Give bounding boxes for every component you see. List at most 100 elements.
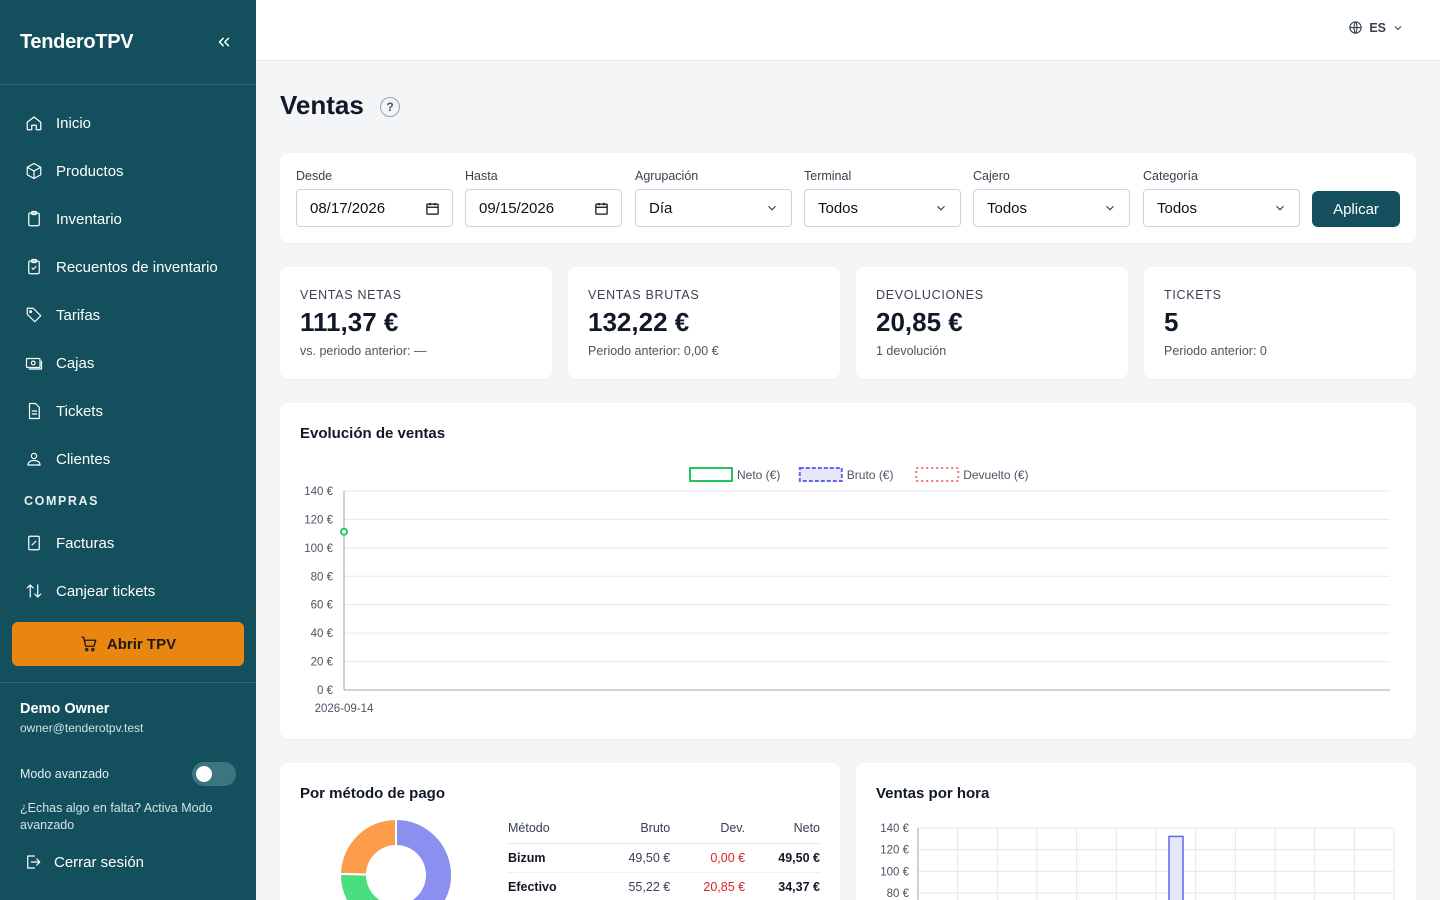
y-tick-label: 140 € bbox=[304, 486, 333, 498]
sales-evolution-chart: Neto (€) Bruto (€) Devuelto (€) 0 € 20 € 40 €… bbox=[304, 467, 1390, 715]
cell-gross: 49,50 € bbox=[595, 843, 671, 873]
users-icon bbox=[24, 449, 44, 469]
kpi-value: 5 bbox=[1164, 307, 1179, 337]
advanced-mode-toggle[interactable] bbox=[192, 762, 236, 786]
sidebar-item-productos[interactable]: Productos bbox=[0, 147, 256, 195]
donut-slice-efectivo bbox=[339, 872, 384, 900]
table-header-row: Método Bruto Dev. Neto bbox=[508, 813, 820, 844]
date-to-input[interactable]: 09/15/2026 bbox=[465, 189, 622, 227]
document-icon bbox=[24, 401, 44, 421]
legend-label: Bruto (€) bbox=[847, 468, 894, 482]
clipboard-icon bbox=[24, 209, 44, 229]
chevron-down-icon bbox=[937, 205, 945, 211]
kpi-value: 111,37 € bbox=[300, 307, 399, 337]
sidebar-item-label: Cajas bbox=[56, 354, 95, 372]
sidebar-item-label: Facturas bbox=[56, 534, 115, 552]
kpi-sub: Periodo anterior: 0,00 € bbox=[588, 344, 719, 358]
invoice-icon bbox=[24, 533, 44, 553]
legend-swatch bbox=[798, 467, 843, 482]
help-button[interactable]: ? bbox=[380, 97, 400, 117]
language-label: ES bbox=[1369, 20, 1386, 35]
home-icon bbox=[24, 113, 44, 133]
grouping-select[interactable]: Día bbox=[635, 189, 792, 227]
sidebar-item-tickets[interactable]: Tickets bbox=[0, 387, 256, 435]
filter-terminal-label: Terminal bbox=[804, 169, 852, 183]
terminal-select[interactable]: Todos bbox=[804, 189, 961, 227]
sidebar-item-canjear[interactable]: Canjear tickets bbox=[0, 567, 256, 615]
apply-button[interactable]: Aplicar bbox=[1312, 191, 1400, 227]
double-chevron-left-icon bbox=[218, 37, 230, 47]
cell-method: Efectivo bbox=[508, 872, 596, 900]
tag-icon bbox=[24, 305, 44, 325]
sidebar-item-label: Recuentos de inventario bbox=[56, 258, 218, 276]
calendar-icon bbox=[426, 202, 439, 215]
calendar-icon bbox=[595, 202, 608, 215]
cart-icon bbox=[80, 635, 98, 653]
nav-section-compras: COMPRAS bbox=[24, 494, 100, 508]
legend-label: Neto (€) bbox=[737, 468, 780, 482]
kpi-label: VENTAS NETAS bbox=[300, 288, 402, 302]
logout-icon bbox=[24, 853, 42, 871]
filter-to: Hasta 09/15/2026 bbox=[465, 169, 622, 227]
user-name: Demo Owner bbox=[20, 701, 110, 717]
swap-icon bbox=[24, 581, 44, 601]
collapse-sidebar-button[interactable] bbox=[212, 30, 236, 54]
open-tpv-label: Abrir TPV bbox=[106, 635, 177, 653]
topbar: ES bbox=[256, 0, 1440, 61]
advanced-mode-hint: ¿Echas algo en falta? Activa Modo avanza… bbox=[20, 801, 213, 832]
y-tick-label: 80 € bbox=[887, 888, 910, 900]
donut-slice-bizum bbox=[395, 817, 453, 900]
user-email: owner@tenderotpv.test bbox=[20, 721, 144, 735]
chevron-down-icon bbox=[1276, 205, 1284, 211]
kpi-value: 132,22 € bbox=[588, 307, 690, 337]
sidebar-item-tarifas[interactable]: Tarifas bbox=[0, 291, 256, 339]
sidebar-item-facturas[interactable]: Facturas bbox=[0, 519, 256, 567]
filter-category-label: Categoría bbox=[1143, 169, 1198, 183]
sidebar-item-clientes[interactable]: Clientes bbox=[0, 435, 256, 483]
kpi-net-sales: VENTAS NETAS 111,37 € vs. periodo anteri… bbox=[280, 267, 552, 379]
kpi-returns: DEVOLUCIONES 20,85 € 1 devolución bbox=[856, 267, 1128, 379]
filter-from-label: Desde bbox=[296, 169, 333, 183]
box-icon bbox=[24, 161, 44, 181]
sidebar-item-cajas[interactable]: Cajas bbox=[0, 339, 256, 387]
open-tpv-button[interactable]: Abrir TPV bbox=[12, 622, 244, 666]
y-tick-label: 40 € bbox=[311, 628, 334, 640]
cashier-value: Todos bbox=[987, 199, 1028, 217]
filter-grouping-label: Agrupación bbox=[635, 169, 699, 183]
payment-table: Método Bruto Dev. Neto Bizum 49,50 € 0,0… bbox=[508, 813, 820, 900]
col-dev: Dev. bbox=[670, 813, 746, 844]
filter-to-label: Hasta bbox=[465, 169, 498, 183]
cell-net: 34,37 € bbox=[745, 872, 820, 900]
kpi-sub: vs. periodo anterior: — bbox=[300, 344, 427, 358]
category-value: Todos bbox=[1157, 199, 1198, 217]
chevron-down-icon bbox=[768, 205, 776, 211]
language-selector[interactable]: ES bbox=[1348, 20, 1404, 35]
date-from-input[interactable]: 08/17/2026 bbox=[296, 189, 453, 227]
sidebar-item-inicio[interactable]: Inicio bbox=[0, 99, 256, 147]
col-metodo: Método bbox=[508, 813, 596, 844]
legend-label: Devuelto (€) bbox=[963, 468, 1028, 482]
logout-button[interactable]: Cerrar sesión bbox=[24, 853, 144, 871]
cashier-select[interactable]: Todos bbox=[973, 189, 1130, 227]
sidebar-nav: Inicio Productos Inventario Recuentos de… bbox=[0, 85, 256, 615]
cell-net: 49,50 € bbox=[745, 843, 820, 873]
y-tick-label: 120 € bbox=[304, 514, 333, 526]
sidebar-item-label: Productos bbox=[56, 162, 124, 180]
sales-by-hour-card: Ventas por hora 140 €120 €100 €80 € bbox=[856, 763, 1416, 900]
category-select[interactable]: Todos bbox=[1143, 189, 1300, 227]
donut-slice-otro bbox=[338, 817, 397, 876]
date-to-value: 09/15/2026 bbox=[479, 199, 555, 217]
cell-returns: 0,00 € bbox=[670, 843, 746, 873]
terminal-value: Todos bbox=[818, 199, 859, 217]
sales-evolution-card: Evolución de ventas Neto (€) Bruto (€) Dev… bbox=[280, 403, 1416, 739]
filter-from: Desde 08/17/2026 bbox=[296, 169, 453, 227]
sales-by-hour-chart: 140 € 120 € 100 € 80 € bbox=[880, 823, 1395, 900]
cell-returns: 20,85 € bbox=[670, 872, 746, 900]
clipboard-check-icon bbox=[24, 257, 44, 277]
chevron-down-icon bbox=[1394, 25, 1402, 30]
sidebar-item-label: Clientes bbox=[56, 450, 111, 468]
y-tick-label: 120 € bbox=[880, 845, 909, 857]
brand-bar: TenderoTPV bbox=[0, 0, 256, 85]
sidebar-item-recuentos[interactable]: Recuentos de inventario bbox=[0, 243, 256, 291]
sidebar-item-inventario[interactable]: Inventario bbox=[0, 195, 256, 243]
